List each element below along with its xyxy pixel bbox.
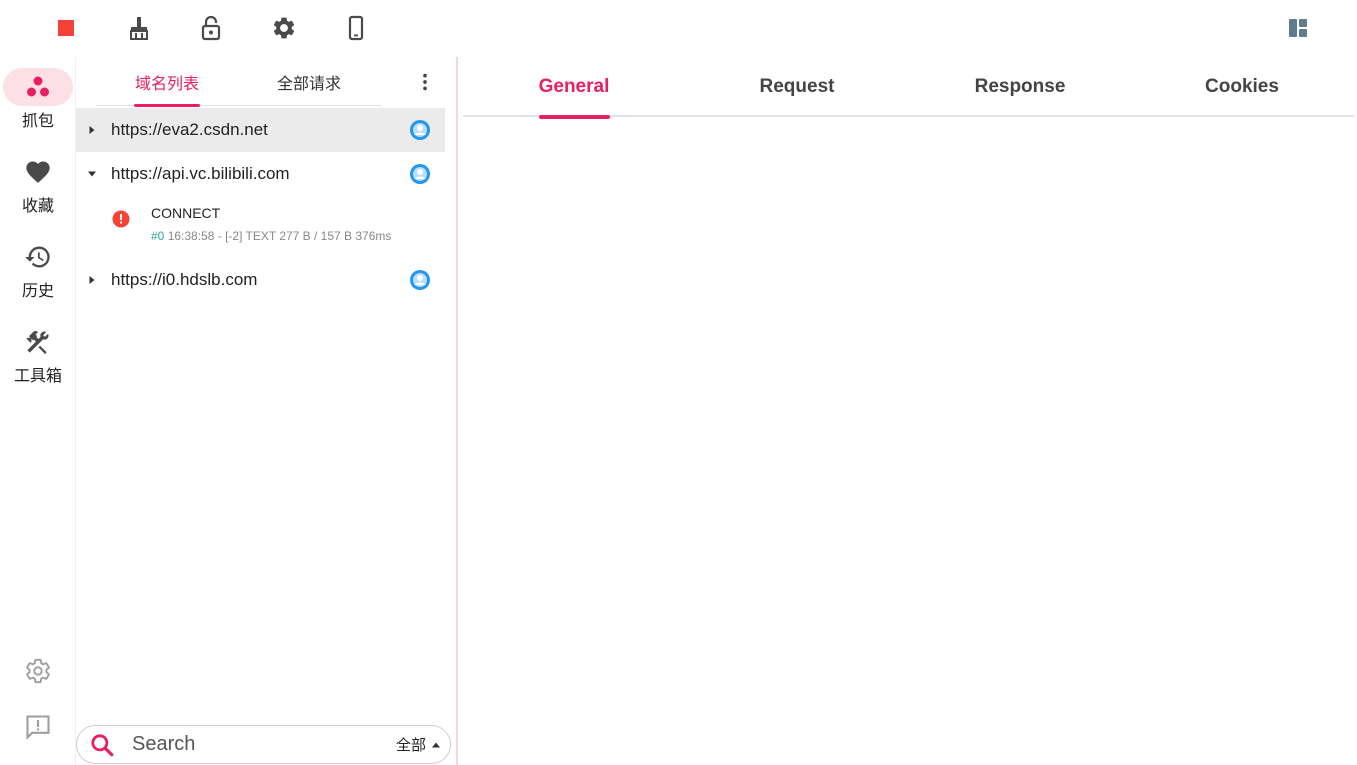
heart-icon xyxy=(26,161,50,183)
request-details: 16:38:58 - [-2] TEXT 277 B / 157 B 376ms xyxy=(167,229,392,243)
caret-up-icon xyxy=(432,742,440,747)
rail-label: 历史 xyxy=(21,283,54,300)
rail-feedback-button[interactable] xyxy=(18,707,58,747)
rail-item-toolbox[interactable]: 工具箱 xyxy=(0,323,76,403)
caret-right-icon xyxy=(89,276,95,284)
nav-rail: 抓包 收藏 历史 工具箱 xyxy=(0,57,76,765)
panel-tabs: 域名列表 全部请求 xyxy=(96,57,381,107)
tab-label: Response xyxy=(974,76,1066,97)
expand-caret[interactable] xyxy=(76,274,106,286)
panel-divider[interactable] xyxy=(456,57,458,765)
request-item[interactable]: CONNECT #0 16:38:58 - [-2] TEXT 277 B / … xyxy=(76,196,445,258)
search-input[interactable] xyxy=(132,733,372,756)
capture-icon xyxy=(27,76,49,97)
expand-caret[interactable] xyxy=(76,168,106,180)
clean-button[interactable] xyxy=(121,10,157,46)
expand-caret[interactable] xyxy=(76,124,106,136)
more-menu-button[interactable] xyxy=(410,67,440,97)
tab-indicator xyxy=(134,104,200,107)
history-icon xyxy=(25,246,50,268)
app-icon xyxy=(410,164,430,184)
stop-icon xyxy=(58,20,74,36)
layout-button[interactable] xyxy=(1280,10,1316,46)
broom-icon xyxy=(130,17,148,40)
host-row[interactable]: https://eva2.csdn.net xyxy=(76,108,445,152)
search-bar: 全部 xyxy=(76,725,451,764)
feedback-icon xyxy=(26,715,50,741)
app-icon xyxy=(410,120,430,140)
ssl-button[interactable] xyxy=(193,10,229,46)
tab-cookies[interactable]: Cookies xyxy=(1131,57,1353,117)
filter-dropdown[interactable]: 全部 xyxy=(396,734,442,755)
caret-right-icon xyxy=(89,126,95,134)
rail-label: 收藏 xyxy=(21,198,54,215)
host-url: https://eva2.csdn.net xyxy=(111,120,268,139)
rail-pill xyxy=(3,153,73,191)
host-row[interactable]: https://i0.hdslb.com xyxy=(76,258,445,302)
tab-request[interactable]: Request xyxy=(686,57,908,117)
tab-response[interactable]: Response xyxy=(909,57,1131,117)
tab-label: 全部请求 xyxy=(276,75,341,93)
tab-all-requests[interactable]: 全部请求 xyxy=(238,57,380,106)
gear-icon xyxy=(26,658,50,684)
rail-item-favorites[interactable]: 收藏 xyxy=(0,153,76,233)
request-number: #0 xyxy=(151,229,165,243)
detail-panel: General Request Response Cookies xyxy=(463,57,1354,765)
tab-general[interactable]: General xyxy=(463,57,685,119)
phone-icon xyxy=(348,15,364,41)
stop-button[interactable] xyxy=(48,10,84,46)
app-icon xyxy=(410,270,430,290)
settings-button[interactable] xyxy=(266,10,302,46)
tab-domain-list[interactable]: 域名列表 xyxy=(96,57,238,107)
rail-settings-button[interactable] xyxy=(18,651,58,691)
layout-icon xyxy=(1289,19,1307,37)
app-window: 抓包 收藏 历史 工具箱 域名列表 全部请求 https://eva2.csdn… xyxy=(0,0,1357,765)
tab-label: General xyxy=(538,76,610,97)
toolbar xyxy=(0,0,1357,57)
host-row[interactable]: https://api.vc.bilibili.com xyxy=(76,152,445,196)
gear-icon xyxy=(273,17,295,39)
rail-label: 工具箱 xyxy=(13,368,62,385)
rail-pill xyxy=(3,238,73,276)
error-icon xyxy=(112,210,130,228)
rail-label: 抓包 xyxy=(21,113,54,130)
filter-label: 全部 xyxy=(395,737,426,754)
rail-item-capture[interactable]: 抓包 xyxy=(0,68,76,148)
host-url: https://i0.hdslb.com xyxy=(111,270,258,289)
host-url: https://api.vc.bilibili.com xyxy=(111,164,290,183)
tab-label: Cookies xyxy=(1205,76,1279,97)
caret-down-icon xyxy=(88,171,96,177)
tools-icon xyxy=(26,331,49,354)
host-list: https://eva2.csdn.net https://api.vc.bil… xyxy=(76,108,445,302)
tab-label: 域名列表 xyxy=(134,75,199,93)
device-button[interactable] xyxy=(338,10,374,46)
rail-item-history[interactable]: 历史 xyxy=(0,238,76,318)
search-icon xyxy=(91,733,114,756)
rail-pill xyxy=(3,323,73,361)
more-vert-icon xyxy=(423,73,427,91)
detail-tabs: General Request Response Cookies xyxy=(463,57,1354,119)
request-method: CONNECT xyxy=(151,205,221,221)
tab-indicator xyxy=(539,115,610,119)
tab-label: Request xyxy=(759,76,835,97)
request-meta: #0 16:38:58 - [-2] TEXT 277 B / 157 B 37… xyxy=(151,229,391,243)
domain-panel: 域名列表 全部请求 https://eva2.csdn.net https://… xyxy=(76,57,457,765)
rail-pill xyxy=(3,68,73,106)
unlock-icon xyxy=(201,15,221,41)
